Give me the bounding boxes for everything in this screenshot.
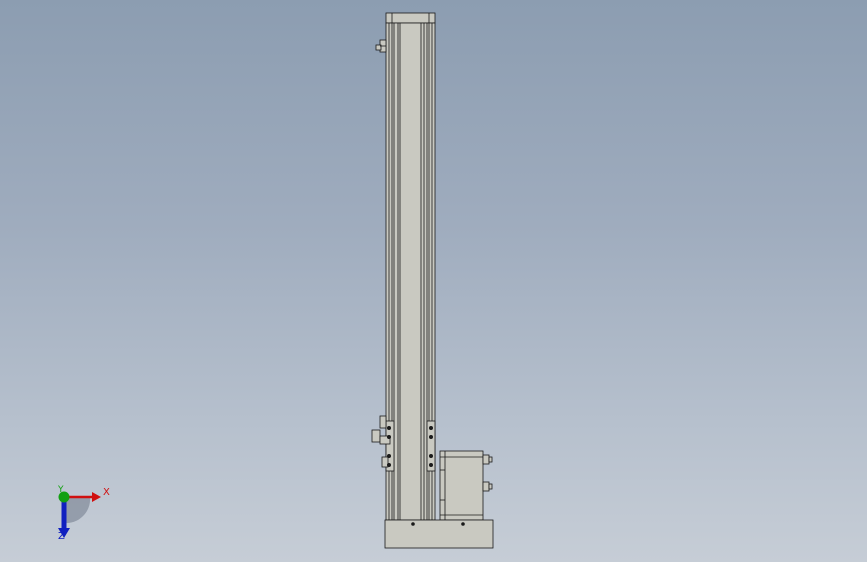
triad-x-label: X — [103, 487, 110, 498]
linear-actuator-model[interactable] — [0, 0, 867, 562]
triad-z-label: Z — [58, 531, 65, 542]
top-end-cap — [385, 12, 436, 24]
motor-housing — [439, 450, 484, 521]
triad-shadow — [64, 497, 91, 524]
triad-y-label: Y — [58, 485, 64, 495]
base-plate — [384, 519, 494, 549]
graphics-viewport[interactable]: X Y Z — [0, 0, 867, 562]
